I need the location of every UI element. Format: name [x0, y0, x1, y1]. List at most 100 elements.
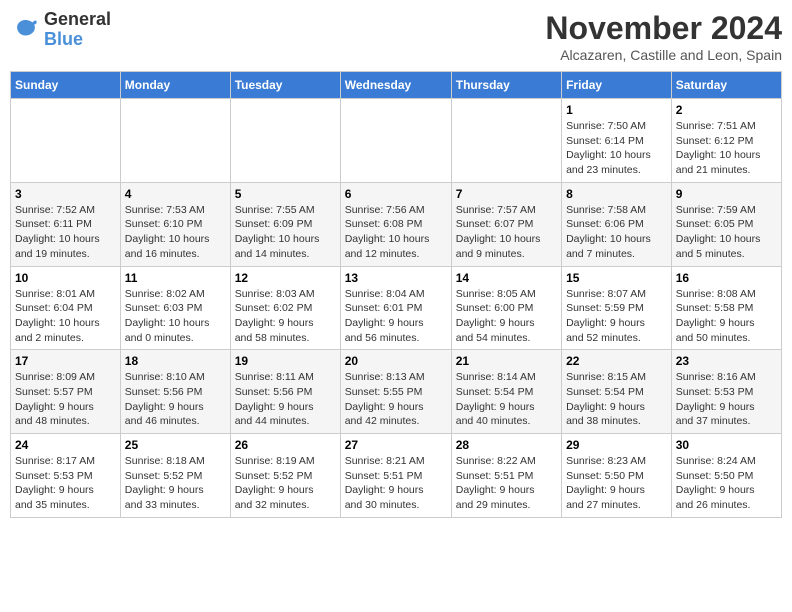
day-info: Sunrise: 8:18 AM Sunset: 5:52 PM Dayligh… [125, 454, 226, 513]
day-header-saturday: Saturday [671, 72, 781, 99]
week-row-3: 10 Sunrise: 8:01 AM Sunset: 6:04 PM Dayli… [11, 266, 782, 350]
day-number: 30 [676, 438, 777, 452]
day-number: 28 [456, 438, 557, 452]
day-number: 17 [15, 354, 116, 368]
day-info: Sunrise: 7:51 AM Sunset: 6:12 PM Dayligh… [676, 119, 777, 178]
calendar-cell: 6 Sunrise: 7:56 AM Sunset: 6:08 PM Daylig… [340, 182, 451, 266]
calendar-cell: 8Sunrise: 7:58 AM Sunset: 6:06 PM Daylig… [562, 182, 672, 266]
calendar-cell: 23 Sunrise: 8:16 AM Sunset: 5:53 PM Dayli… [671, 350, 781, 434]
location: Alcazaren, Castille and Leon, Spain [545, 47, 782, 63]
calendar-cell: 4Sunrise: 7:53 AM Sunset: 6:10 PM Daylig… [120, 182, 230, 266]
day-info: Sunrise: 8:10 AM Sunset: 5:56 PM Dayligh… [125, 370, 226, 429]
calendar-cell: 18Sunrise: 8:10 AM Sunset: 5:56 PM Dayli… [120, 350, 230, 434]
day-number: 25 [125, 438, 226, 452]
calendar-cell: 5 Sunrise: 7:55 AM Sunset: 6:09 PM Daylig… [230, 182, 340, 266]
calendar-cell: 7Sunrise: 7:57 AM Sunset: 6:07 PM Daylig… [451, 182, 561, 266]
day-number: 6 [345, 187, 447, 201]
calendar-cell: 1 Sunrise: 7:50 AM Sunset: 6:14 PM Daylig… [562, 99, 672, 183]
day-info: Sunrise: 8:22 AM Sunset: 5:51 PM Dayligh… [456, 454, 557, 513]
day-number: 1 [566, 103, 667, 117]
day-number: 13 [345, 271, 447, 285]
calendar-cell: 14Sunrise: 8:05 AM Sunset: 6:00 PM Dayli… [451, 266, 561, 350]
calendar-cell [120, 99, 230, 183]
day-info: Sunrise: 7:59 AM Sunset: 6:05 PM Dayligh… [676, 203, 777, 262]
day-number: 15 [566, 271, 667, 285]
calendar-cell: 24 Sunrise: 8:17 AM Sunset: 5:53 PM Dayli… [11, 434, 121, 518]
day-number: 10 [15, 271, 116, 285]
day-info: Sunrise: 8:08 AM Sunset: 5:58 PM Dayligh… [676, 287, 777, 346]
day-header-monday: Monday [120, 72, 230, 99]
day-header-tuesday: Tuesday [230, 72, 340, 99]
day-number: 16 [676, 271, 777, 285]
day-number: 27 [345, 438, 447, 452]
day-info: Sunrise: 8:19 AM Sunset: 5:52 PM Dayligh… [235, 454, 336, 513]
day-info: Sunrise: 8:07 AM Sunset: 5:59 PM Dayligh… [566, 287, 667, 346]
month-title: November 2024 [545, 10, 782, 47]
day-number: 29 [566, 438, 667, 452]
day-number: 2 [676, 103, 777, 117]
calendar-cell: 12 Sunrise: 8:03 AM Sunset: 6:02 PM Dayli… [230, 266, 340, 350]
day-info: Sunrise: 8:23 AM Sunset: 5:50 PM Dayligh… [566, 454, 667, 513]
calendar-cell: 19 Sunrise: 8:11 AM Sunset: 5:56 PM Dayli… [230, 350, 340, 434]
logo: General Blue [10, 10, 111, 50]
day-info: Sunrise: 8:14 AM Sunset: 5:54 PM Dayligh… [456, 370, 557, 429]
day-info: Sunrise: 7:58 AM Sunset: 6:06 PM Dayligh… [566, 203, 667, 262]
day-number: 11 [125, 271, 226, 285]
day-header-thursday: Thursday [451, 72, 561, 99]
week-row-2: 3 Sunrise: 7:52 AM Sunset: 6:11 PM Daylig… [11, 182, 782, 266]
day-number: 5 [235, 187, 336, 201]
calendar-cell: 13 Sunrise: 8:04 AM Sunset: 6:01 PM Dayli… [340, 266, 451, 350]
calendar-cell: 9 Sunrise: 7:59 AM Sunset: 6:05 PM Daylig… [671, 182, 781, 266]
day-number: 12 [235, 271, 336, 285]
day-info: Sunrise: 8:24 AM Sunset: 5:50 PM Dayligh… [676, 454, 777, 513]
page-header: General Blue November 2024 Alcazaren, Ca… [10, 10, 782, 63]
calendar-cell: 28 Sunrise: 8:22 AM Sunset: 5:51 PM Dayli… [451, 434, 561, 518]
day-number: 7 [456, 187, 557, 201]
day-info: Sunrise: 7:50 AM Sunset: 6:14 PM Dayligh… [566, 119, 667, 178]
calendar-cell: 25 Sunrise: 8:18 AM Sunset: 5:52 PM Dayli… [120, 434, 230, 518]
day-number: 3 [15, 187, 116, 201]
calendar-cell: 17 Sunrise: 8:09 AM Sunset: 5:57 PM Dayli… [11, 350, 121, 434]
day-info: Sunrise: 8:05 AM Sunset: 6:00 PM Dayligh… [456, 287, 557, 346]
calendar-cell: 27Sunrise: 8:21 AM Sunset: 5:51 PM Dayli… [340, 434, 451, 518]
calendar-header-row: SundayMondayTuesdayWednesdayThursdayFrid… [11, 72, 782, 99]
title-block: November 2024 Alcazaren, Castille and Le… [545, 10, 782, 63]
calendar-cell: 10 Sunrise: 8:01 AM Sunset: 6:04 PM Dayli… [11, 266, 121, 350]
calendar-cell: 11Sunrise: 8:02 AM Sunset: 6:03 PM Dayli… [120, 266, 230, 350]
calendar-cell: 16 Sunrise: 8:08 AM Sunset: 5:58 PM Dayli… [671, 266, 781, 350]
logo-icon [10, 15, 40, 45]
day-info: Sunrise: 8:11 AM Sunset: 5:56 PM Dayligh… [235, 370, 336, 429]
calendar-cell [230, 99, 340, 183]
day-number: 21 [456, 354, 557, 368]
calendar-cell: 30 Sunrise: 8:24 AM Sunset: 5:50 PM Dayli… [671, 434, 781, 518]
calendar-cell: 2 Sunrise: 7:51 AM Sunset: 6:12 PM Daylig… [671, 99, 781, 183]
day-info: Sunrise: 7:53 AM Sunset: 6:10 PM Dayligh… [125, 203, 226, 262]
calendar-cell: 21 Sunrise: 8:14 AM Sunset: 5:54 PM Dayli… [451, 350, 561, 434]
day-info: Sunrise: 8:17 AM Sunset: 5:53 PM Dayligh… [15, 454, 116, 513]
day-info: Sunrise: 7:56 AM Sunset: 6:08 PM Dayligh… [345, 203, 447, 262]
day-info: Sunrise: 8:13 AM Sunset: 5:55 PM Dayligh… [345, 370, 447, 429]
day-info: Sunrise: 7:52 AM Sunset: 6:11 PM Dayligh… [15, 203, 116, 262]
day-number: 26 [235, 438, 336, 452]
day-number: 9 [676, 187, 777, 201]
day-number: 19 [235, 354, 336, 368]
day-info: Sunrise: 8:16 AM Sunset: 5:53 PM Dayligh… [676, 370, 777, 429]
calendar-cell [451, 99, 561, 183]
day-info: Sunrise: 7:55 AM Sunset: 6:09 PM Dayligh… [235, 203, 336, 262]
day-info: Sunrise: 8:04 AM Sunset: 6:01 PM Dayligh… [345, 287, 447, 346]
calendar-cell: 26 Sunrise: 8:19 AM Sunset: 5:52 PM Dayli… [230, 434, 340, 518]
calendar-cell: 20Sunrise: 8:13 AM Sunset: 5:55 PM Dayli… [340, 350, 451, 434]
week-row-1: 1 Sunrise: 7:50 AM Sunset: 6:14 PM Daylig… [11, 99, 782, 183]
day-info: Sunrise: 8:15 AM Sunset: 5:54 PM Dayligh… [566, 370, 667, 429]
day-info: Sunrise: 8:09 AM Sunset: 5:57 PM Dayligh… [15, 370, 116, 429]
week-row-4: 17 Sunrise: 8:09 AM Sunset: 5:57 PM Dayli… [11, 350, 782, 434]
calendar-cell: 29 Sunrise: 8:23 AM Sunset: 5:50 PM Dayli… [562, 434, 672, 518]
day-header-wednesday: Wednesday [340, 72, 451, 99]
day-number: 24 [15, 438, 116, 452]
day-info: Sunrise: 8:01 AM Sunset: 6:04 PM Dayligh… [15, 287, 116, 346]
day-number: 22 [566, 354, 667, 368]
day-number: 23 [676, 354, 777, 368]
day-header-friday: Friday [562, 72, 672, 99]
day-info: Sunrise: 8:03 AM Sunset: 6:02 PM Dayligh… [235, 287, 336, 346]
calendar-cell: 3 Sunrise: 7:52 AM Sunset: 6:11 PM Daylig… [11, 182, 121, 266]
